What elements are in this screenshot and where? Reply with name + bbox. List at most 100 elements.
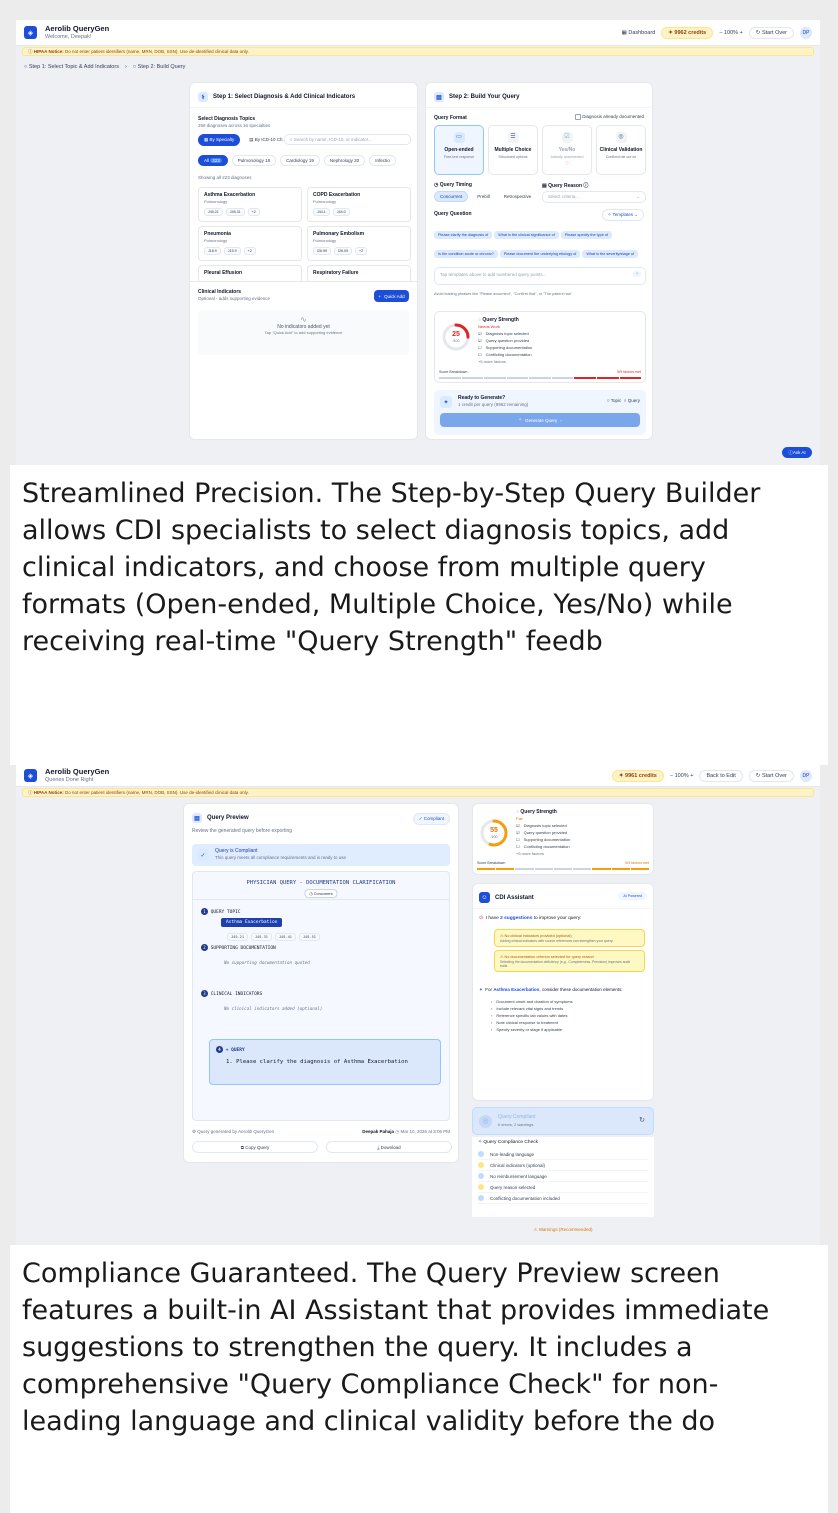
query-textarea[interactable]: Tap templates above to add numbered quer… [434, 267, 646, 285]
section-indicators: 3 CLINICAL INDICATORS [201, 990, 262, 997]
templates-button[interactable]: ✧ Templates ⌄ [601, 209, 644, 221]
supporting-empty: No supporting documentation quoted [224, 960, 310, 965]
template-chip[interactable]: What is the severity/stage of [582, 250, 639, 258]
start-over-button[interactable]: ↻ Start Over [748, 769, 794, 782]
suggestion-item[interactable]: ⚠ No documentation criterion selected fo… [494, 950, 645, 972]
breakdown-bars [439, 377, 642, 379]
cdi-assistant-card: ☺ CDI Assistant AI Powered ⊙ I have 2 sug… [472, 883, 654, 1101]
format-multiple-choice[interactable]: ☰ Multiple Choice Structured options [488, 125, 538, 175]
plus-icon: + [378, 293, 382, 299]
hipaa-notice: ⓘ HIPAA Notice: Do not enter patient ide… [22, 788, 814, 797]
app-header: ◈ Aerolib QueryGen Queries Done Right ✦ … [16, 765, 820, 787]
zoom-control[interactable]: − 100% + [670, 773, 694, 779]
ai-powered-badge: AI Powered [618, 892, 647, 900]
avatar[interactable]: DP [800, 769, 812, 782]
step-2[interactable]: ○ Step 2: Build Query [133, 64, 186, 70]
template-chip[interactable]: What is the clinical significance of [494, 231, 559, 239]
reason-label: ▤ Query Reason ⓘ [542, 183, 589, 189]
query-document: PHYSICIAN QUERY - DOCUMENTATION CLARIFIC… [192, 871, 450, 1121]
cat-nephrology[interactable]: Nephrology 20 [323, 155, 366, 166]
element-item: › Specify severity or stage if applicabl… [491, 1027, 563, 1032]
timing-retrospective[interactable]: Retrospective [498, 192, 537, 201]
zoom-control[interactable]: − 100% + [719, 30, 743, 36]
document-icon: ▤ [192, 813, 202, 823]
credits-badge: ✦ 9962 credits [661, 26, 714, 39]
template-chip[interactable]: Please clarify the diagnosis of [434, 231, 493, 239]
category-tabs: All 223 Pulmonology 18 Cardiology 19 Nep… [198, 155, 417, 166]
cat-infectious[interactable]: Infectio [369, 155, 396, 166]
start-over-button[interactable]: ↻ Start Over [748, 26, 794, 39]
reason-select[interactable]: Select criteria... ⌄ [542, 191, 646, 203]
diagnosis-card[interactable]: Respiratory Failure [307, 265, 411, 281]
diagnosis-card[interactable]: Pneumonia Pulmonology J18.9 J15.9 +2 [198, 226, 302, 261]
copy-query-button[interactable]: ⧉ Copy Query [192, 1141, 318, 1153]
template-chip[interactable]: Please document the underlying etiology … [499, 250, 581, 258]
format-yes-no[interactable]: ☑ Yes/No Already documented ⓘ [542, 125, 592, 175]
format-open-ended[interactable]: ▭ Open-ended Free-text response [434, 125, 484, 175]
score-breakdown: Score Breakdown 5/9 factors met [477, 861, 649, 865]
factor-item: ☐ Conflicting documentation [516, 844, 570, 849]
doc-title: PHYSICIAN QUERY - DOCUMENTATION CLARIFIC… [246, 880, 396, 886]
search-icon: ⌕ [290, 137, 293, 142]
strength-factors: ☑ Diagnosis topic selected ☑ Query quest… [516, 823, 570, 858]
shield-check-icon: ◎ [615, 132, 627, 143]
cat-cardiology[interactable]: Cardiology 19 [280, 155, 320, 166]
refresh-icon[interactable]: ↻ [639, 1116, 645, 1124]
showing-count: Showing all 223 diagnoses [198, 175, 252, 180]
generate-query-button[interactable]: ✧ Generate Query › [440, 413, 640, 427]
search-input[interactable]: ⌕ Search by name, ICD-10, or indicator..… [284, 134, 411, 145]
shield-logo-icon: ◈ [24, 769, 37, 782]
format-label: Query Format [434, 115, 467, 121]
compliant-sub: 0 errors, 2 warnings [498, 1122, 534, 1127]
dashboard-link[interactable]: ▦ Dashboard [622, 30, 656, 36]
by-specialty-tab[interactable]: ▦ By Specialty [198, 134, 241, 146]
check-title: ✧ Query Compliance Check [478, 1140, 539, 1145]
download-button[interactable]: ⤓ Download [326, 1141, 452, 1153]
back-to-edit-button[interactable]: Back to Edit [699, 769, 743, 782]
factor-item: ☑ Query question provided [478, 338, 530, 343]
factor-item: ☐ Conflicting documentation [478, 352, 532, 357]
cat-pulmonology[interactable]: Pulmonology 18 [231, 155, 277, 166]
preview-sub: Review the generated query before export… [192, 828, 293, 834]
step-1[interactable]: ○ Step 1: Select Topic & Add Indicators [24, 64, 119, 70]
bot-icon: ☺ [479, 892, 490, 903]
more-factors[interactable]: +5 more factors [478, 359, 532, 364]
cat-all[interactable]: All 223 [198, 155, 228, 166]
timing-concurrent[interactable]: Concurrent [434, 191, 469, 202]
more-factors[interactable]: +5 more factors [516, 851, 570, 856]
generate-panel: ✦ Ready to Generate? 1 credit per query … [434, 390, 646, 435]
indicators-empty: No clinical indicators added (optional) [224, 1006, 323, 1011]
diagnosis-card[interactable]: Pleural Effusion [198, 265, 302, 281]
diagnosis-card[interactable]: COPD Exacerbation Pulmonology J44.1 J44.0 [307, 187, 411, 222]
suggestion-item[interactable]: ⚠ No clinical indicators provided (optio… [494, 929, 645, 947]
query-line: 1. Please clarify the diagnosis of Asthm… [226, 1059, 408, 1065]
timing-label: ◷ Query Timing [434, 182, 472, 188]
section-supporting: 2 SUPPORTING DOCUMENTATION [201, 944, 276, 951]
shield-check-icon: ◎ [479, 1115, 492, 1128]
ask-ai-button[interactable]: ⓘ Ask AI [782, 447, 812, 458]
assistant-intro: ⊙ I have 2 suggestions to improve your q… [479, 916, 582, 921]
query-heading: 4 + QUERY [216, 1046, 245, 1053]
quick-add-button[interactable]: + Quick Add [374, 290, 409, 302]
template-chip[interactable]: Please specify the type of [560, 231, 613, 239]
warnings-label: ⚠ Warnings (Recommended) [533, 1227, 593, 1232]
section-topic: 1 QUERY TOPIC [201, 908, 241, 915]
format-clinical-validation[interactable]: ◎ Clinical Validation Confirm/rule out dx [596, 125, 646, 175]
diagnosis-card[interactable]: Pulmonary Embolism Pulmonology I26.99 I26.… [307, 226, 411, 261]
stethoscope-icon: ⚕ [198, 92, 208, 102]
already-documented-checkbox[interactable]: Diagnosis already documented [574, 114, 644, 120]
ci-empty-state: ∿ No indicators added yet Tap "Quick Add… [198, 310, 409, 355]
avatar[interactable]: DP [800, 26, 812, 39]
clinical-indicators-section: Clinical Indicators Optional - adds supp… [190, 281, 417, 439]
generate-checks: ○ Topic ○ Query [606, 398, 640, 403]
diagnosis-card[interactable]: Asthma Exacerbation Pulmonology J45.21 J45… [198, 187, 302, 222]
ci-title: Clinical Indicators [198, 289, 242, 295]
preview-title: ▤ Query Preview [192, 813, 249, 823]
factor-item: ☐ Supporting documentation [516, 837, 571, 842]
element-item: › Include relevant vital signs and trend… [491, 1006, 564, 1011]
timing-prebill[interactable]: Prebill [472, 192, 495, 201]
by-icd-tab[interactable]: ▤ By ICD-10 Ch. [244, 135, 289, 145]
template-chip[interactable]: Is the condition acute or chronic? [434, 250, 498, 258]
step2-title: ▤ Step 2: Build Your Query [434, 92, 519, 102]
element-list: › Document onset and duration of symptom… [491, 999, 573, 1034]
